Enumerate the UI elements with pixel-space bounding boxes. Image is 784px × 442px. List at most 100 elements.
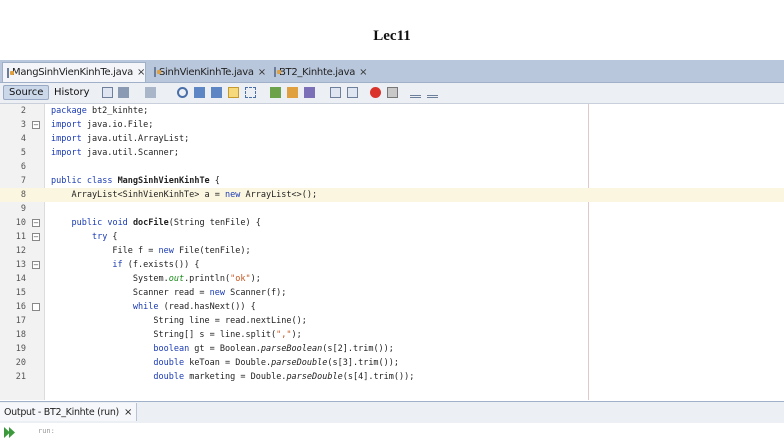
- line-number: 21: [15, 372, 26, 382]
- code-text: import java.util.Scanner;: [51, 148, 179, 158]
- output-console[interactable]: run:: [0, 423, 784, 442]
- code-text: package bt2_kinhte;: [51, 106, 149, 116]
- stop-macro-icon[interactable]: [387, 87, 398, 98]
- close-icon[interactable]: ×: [137, 67, 145, 78]
- code-text: double keToan = Double.parseDouble(s[3].…: [153, 358, 400, 368]
- tab-bt2-kinhte[interactable]: BT2_Kinhte.java ×: [270, 62, 370, 82]
- code-text: Scanner read = new Scanner(f);: [51, 288, 287, 298]
- line-number: 11: [15, 232, 26, 242]
- record-macro-icon[interactable]: [370, 87, 381, 98]
- code-line[interactable]: 2 package bt2_kinhte;: [0, 104, 784, 118]
- line-number: 3: [20, 120, 26, 130]
- close-icon[interactable]: ×: [258, 67, 266, 78]
- close-icon[interactable]: ×: [124, 407, 132, 418]
- next-bookmark-icon[interactable]: [287, 87, 298, 98]
- line-number: 13: [15, 260, 26, 270]
- find-next-icon[interactable]: [211, 87, 222, 98]
- previous-bookmark-icon[interactable]: [270, 87, 281, 98]
- editor-toolbar: Source History: [0, 83, 784, 104]
- tab-label: SinhVienKinhTe.java: [159, 66, 254, 78]
- rect-select-icon[interactable]: [245, 87, 256, 98]
- output-tab[interactable]: Output - BT2_Kinhte (run) ×: [0, 403, 138, 421]
- fold-toggle-icon[interactable]: −: [32, 219, 40, 227]
- last-edit-icon[interactable]: [102, 87, 113, 98]
- code-line[interactable]: 7 public class MangSinhVienKinhTe {: [0, 174, 784, 188]
- toggle-highlight-icon[interactable]: [228, 87, 239, 98]
- fold-toggle-icon[interactable]: [32, 303, 40, 311]
- shift-left-icon[interactable]: [330, 87, 341, 98]
- line-number: 2: [20, 106, 26, 116]
- code-line[interactable]: 3− import java.io.File;: [0, 118, 784, 132]
- line-number: 9: [20, 204, 26, 214]
- java-file-icon: [274, 67, 281, 77]
- code-line[interactable]: 20 double keToan = Double.parseDouble(s[…: [0, 356, 784, 370]
- code-line[interactable]: 5 import java.util.Scanner;: [0, 146, 784, 160]
- line-number: 8: [20, 190, 26, 200]
- ide-window: MangSinhVienKinhTe.java × SinhVienKinhTe…: [0, 60, 784, 442]
- code-text: ArrayList<SinhVienKinhTe> a = new ArrayL…: [51, 190, 318, 200]
- code-line[interactable]: 14 System.out.println("ok");: [0, 272, 784, 286]
- code-line[interactable]: 10− public void docFile(String tenFile) …: [0, 216, 784, 230]
- code-line[interactable]: 9: [0, 202, 784, 216]
- line-number: 18: [15, 330, 26, 340]
- code-text: double marketing = Double.parseDouble(s[…: [153, 372, 415, 382]
- code-text: String line = read.nextLine();: [51, 316, 307, 326]
- line-number: 19: [15, 344, 26, 354]
- back-icon[interactable]: [118, 87, 129, 98]
- forward-icon[interactable]: [145, 87, 156, 98]
- close-icon[interactable]: ×: [359, 67, 367, 78]
- code-line[interactable]: 8 ArrayList<SinhVienKinhTe> a = new Arra…: [0, 188, 784, 202]
- line-number: 17: [15, 316, 26, 326]
- tab-label: MangSinhVienKinhTe.java: [12, 67, 133, 78]
- output-panel: Output - BT2_Kinhte (run) × run:: [0, 401, 784, 442]
- search-icon[interactable]: [177, 87, 188, 98]
- source-button[interactable]: Source: [3, 85, 50, 100]
- code-text: import java.io.File;: [51, 120, 154, 130]
- line-number: 12: [15, 246, 26, 256]
- rerun-icon[interactable]: [4, 427, 16, 438]
- code-line[interactable]: 13− if (f.exists()) {: [0, 258, 784, 272]
- code-editor[interactable]: 2 package bt2_kinhte; 3− import java.io.Fil…: [0, 104, 784, 400]
- line-number: 6: [20, 162, 26, 172]
- code-text: try {: [91, 232, 118, 242]
- java-file-icon: [154, 67, 161, 77]
- java-file-icon: [7, 67, 14, 78]
- code-text: while (read.hasNext()) {: [132, 302, 256, 312]
- code-text: public class MangSinhVienKinhTe {: [51, 176, 220, 186]
- code-text: File f = new File(tenFile);: [51, 246, 251, 256]
- page-title: Lec11: [373, 28, 411, 44]
- code-line[interactable]: 4 import java.util.ArrayList;: [0, 132, 784, 146]
- line-number: 7: [20, 176, 26, 186]
- tab-sinh-vien-kinh-te[interactable]: SinhVienKinhTe.java ×: [150, 62, 266, 82]
- code-line[interactable]: 16 while (read.hasNext()) {: [0, 300, 784, 314]
- line-number: 15: [15, 288, 26, 298]
- fold-toggle-icon[interactable]: −: [32, 261, 40, 269]
- fold-toggle-icon[interactable]: −: [32, 121, 40, 129]
- comment-icon[interactable]: [410, 87, 421, 98]
- code-line[interactable]: 17 String line = read.nextLine();: [0, 314, 784, 328]
- code-line[interactable]: 12 File f = new File(tenFile);: [0, 244, 784, 258]
- shift-right-icon[interactable]: [347, 87, 358, 98]
- history-button[interactable]: History: [49, 85, 95, 100]
- fold-toggle-icon[interactable]: −: [32, 233, 40, 241]
- line-number: 14: [15, 274, 26, 284]
- code-line[interactable]: 21 double marketing = Double.parseDouble…: [0, 370, 784, 384]
- line-number: 16: [15, 302, 26, 312]
- tab-label: BT2_Kinhte.java: [279, 66, 356, 78]
- line-number: 5: [20, 148, 26, 158]
- code-line[interactable]: 18 String[] s = line.split(",");: [0, 328, 784, 342]
- code-line[interactable]: 19 boolean gt = Boolean.parseBoolean(s[2…: [0, 342, 784, 356]
- code-line[interactable]: 6: [0, 160, 784, 174]
- toggle-bookmark-icon[interactable]: [304, 87, 315, 98]
- code-line[interactable]: 15 Scanner read = new Scanner(f);: [0, 286, 784, 300]
- code-line[interactable]: 11− try {: [0, 230, 784, 244]
- output-text: run:: [38, 427, 55, 435]
- line-number: 10: [15, 218, 26, 228]
- uncomment-icon[interactable]: [427, 87, 438, 98]
- code-text: System.out.println("ok");: [51, 274, 261, 284]
- tab-mang-sinh-vien-kinh-te[interactable]: MangSinhVienKinhTe.java ×: [2, 62, 146, 82]
- find-previous-icon[interactable]: [194, 87, 205, 98]
- line-number: 4: [20, 134, 26, 144]
- code-text: boolean gt = Boolean.parseBoolean(s[2].t…: [153, 344, 394, 354]
- code-text: import java.util.ArrayList;: [51, 134, 190, 144]
